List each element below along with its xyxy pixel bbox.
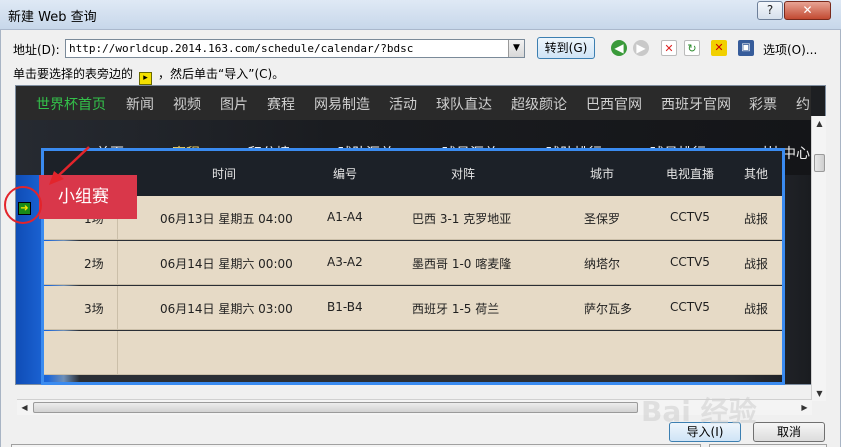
site-nav-item[interactable]: 球队直达	[436, 94, 492, 114]
import-button[interactable]: 导入(I)	[669, 422, 741, 442]
stop-icon[interactable]: ✕	[661, 40, 677, 56]
column-header-other: 其他	[744, 167, 769, 181]
table-select-arrow-icon: ▸	[139, 72, 153, 85]
site-nav-item[interactable]: 约	[796, 94, 810, 114]
site-nav-item[interactable]: 图片	[220, 94, 248, 114]
close-button[interactable]: ✕	[784, 1, 831, 20]
cell-other-link[interactable]: 战报	[744, 255, 768, 272]
cell-other-link[interactable]: 战报	[744, 300, 768, 317]
options-button[interactable]: 选项(O)...	[763, 41, 817, 58]
help-button[interactable]: ?	[757, 1, 783, 20]
cell-city: 圣保罗	[584, 212, 621, 226]
dialog-body: 地址(D): http://worldcup.2014.163.com/sche…	[0, 30, 841, 447]
address-dropdown-icon[interactable]: ▼	[508, 40, 524, 57]
cell-tv: CCTV5	[670, 210, 710, 224]
column-header-time: 时间	[212, 167, 237, 181]
scroll-down-icon[interactable]: ▼	[812, 386, 827, 401]
site-nav-item[interactable]: 巴西官网	[586, 94, 642, 114]
cell-time: 06月14日 星期六 03:00	[160, 302, 293, 316]
site-nav-item[interactable]: 视频	[173, 94, 201, 114]
cell-tv: CCTV5	[670, 300, 710, 314]
site-top-nav: 世界杯首页 新闻 视频 图片 赛程 网易制造 活动 球队直达 超级颜论 巴西官网…	[16, 86, 811, 120]
cell-code: A3-A2	[327, 255, 363, 269]
address-label: 地址(D):	[13, 43, 60, 57]
cell-city: 萨尔瓦多	[584, 302, 633, 316]
cell-other-link[interactable]: 战报	[744, 210, 768, 227]
site-nav-home[interactable]: 世界杯首页	[36, 94, 106, 114]
scroll-right-icon[interactable]: ▶	[797, 400, 812, 415]
cell-round: 2场	[84, 257, 104, 271]
table-header: 时间 编号 对阵 城市 电视直播 其他	[44, 151, 782, 196]
table-row: 3场 06月14日 星期六 03:00 B1-B4 西班牙 1-5 荷兰 萨尔瓦…	[44, 286, 782, 330]
cell-city: 纳塔尔	[584, 257, 621, 271]
window-title: 新建 Web 查询	[8, 10, 97, 25]
address-input[interactable]: http://worldcup.2014.163.com/schedule/ca…	[65, 39, 525, 58]
instruction-text: 单击要选择的表旁边的 ▸ ，然后单击“导入”(C)。	[13, 65, 284, 85]
cell-code: B1-B4	[327, 300, 363, 314]
address-url: http://worldcup.2014.163.com/schedule/ca…	[69, 42, 414, 55]
selected-table[interactable]: 时间 编号 对阵 城市 电视直播 其他 1场 06月13日 星期五 04:00 …	[41, 148, 785, 385]
column-header-code: 编号	[333, 167, 358, 181]
cancel-button[interactable]: 取消	[753, 422, 825, 442]
cell-code: A1-A4	[327, 210, 363, 224]
site-nav-item[interactable]: 网易制造	[314, 94, 370, 114]
scroll-thumb[interactable]	[814, 154, 825, 172]
cell-match: 墨西哥 1-0 喀麦隆	[412, 257, 512, 271]
column-header-tv: 电视直播	[666, 167, 715, 181]
site-nav-item[interactable]: 超级颜论	[511, 94, 567, 114]
cell-match: 西班牙 1-5 荷兰	[412, 302, 500, 316]
cell-time: 06月14日 星期六 00:00	[160, 257, 293, 271]
cell-tv: CCTV5	[670, 255, 710, 269]
site-nav-item[interactable]: 彩票	[749, 94, 777, 114]
annotation-arrow-icon	[49, 146, 90, 185]
site-nav-item[interactable]: 赛程	[267, 94, 295, 114]
title-bar: 新建 Web 查询 ? ✕	[0, 0, 841, 30]
table-row: 1场 06月13日 星期五 04:00 A1-A4 巴西 3-1 克罗地亚 圣保…	[44, 196, 782, 240]
goto-button[interactable]: 转到(G)	[537, 37, 595, 59]
site-nav-item[interactable]: 活动	[389, 94, 417, 114]
back-icon[interactable]: ◀	[611, 40, 627, 56]
column-header-match: 对阵	[451, 167, 476, 181]
vertical-scrollbar[interactable]: ▲ ▼	[811, 116, 826, 401]
table-row: 2场 06月14日 星期六 00:00 A3-A2 墨西哥 1-0 喀麦隆 纳塔…	[44, 241, 782, 285]
cell-time: 06月13日 星期五 04:00	[160, 212, 293, 226]
hide-icons-icon[interactable]: ✕	[711, 40, 727, 56]
site-nav-item[interactable]: 新闻	[126, 94, 154, 114]
scroll-left-icon[interactable]: ◀	[17, 400, 32, 415]
save-query-icon[interactable]: ▣	[738, 40, 754, 56]
instruction-after: ，然后单击“导入”(C)。	[158, 67, 285, 81]
forward-icon[interactable]: ▶	[633, 40, 649, 56]
highlight-circle	[4, 186, 42, 224]
refresh-icon[interactable]: ↻	[684, 40, 700, 56]
column-header-city: 城市	[590, 167, 615, 181]
scroll-thumb-horizontal[interactable]	[33, 402, 638, 413]
scroll-up-icon[interactable]: ▲	[812, 116, 827, 131]
horizontal-scrollbar[interactable]: ◀ ▶	[17, 399, 812, 415]
site-nav-item[interactable]: 西班牙官网	[661, 94, 731, 114]
table-row-partial	[44, 331, 782, 375]
instruction-before: 单击要选择的表旁边的	[13, 67, 134, 81]
cell-round: 3场	[84, 302, 104, 316]
cell-match: 巴西 3-1 克罗地亚	[412, 212, 512, 226]
